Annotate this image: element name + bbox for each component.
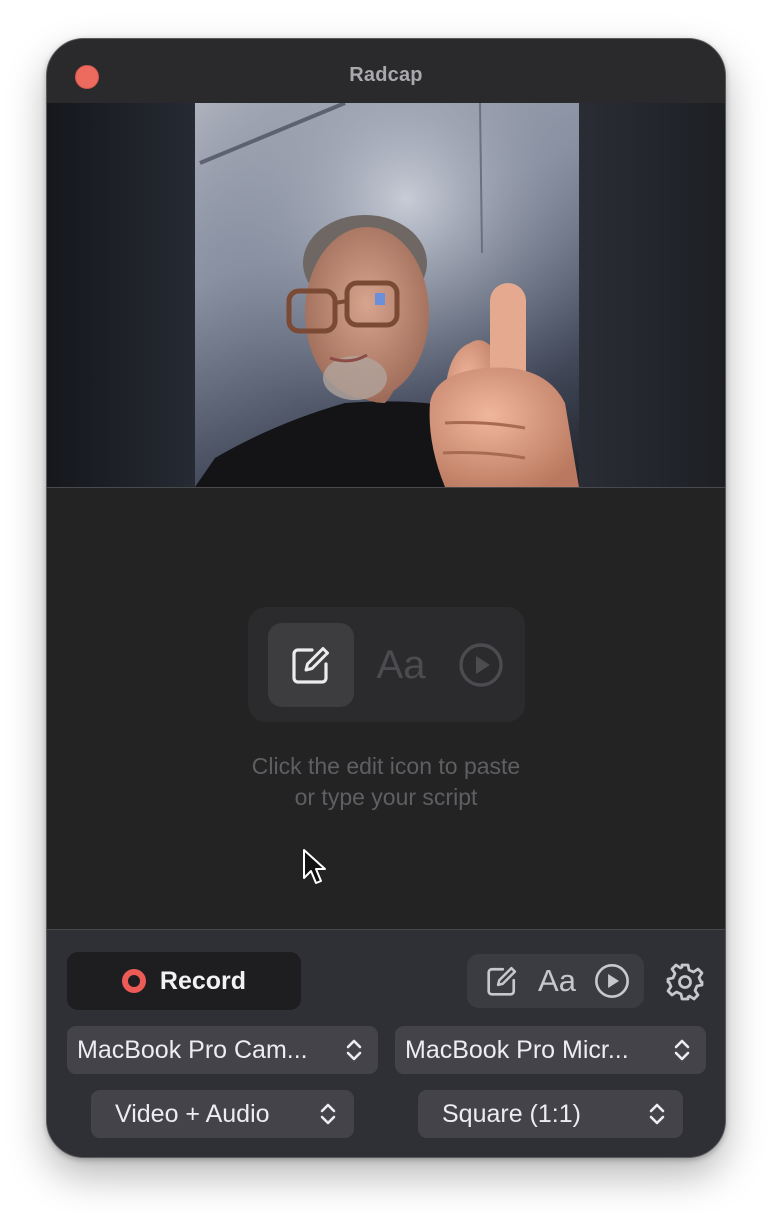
mouse-pointer-icon [302,848,328,893]
camera-backdrop-left [47,103,195,487]
camera-select-value: MacBook Pro Cam... [77,1035,308,1064]
chevron-updown-icon [674,1039,690,1061]
camera-feed-image [195,103,579,487]
toolbar-play-button[interactable] [591,954,633,1008]
microphone-select-value: MacBook Pro Micr... [405,1035,629,1064]
toolbar-font-button[interactable]: Aa [533,954,581,1008]
title-bar[interactable]: Radcap [47,39,725,103]
record-button[interactable]: Record [67,952,301,1010]
font-mode-button[interactable]: Aa [358,623,444,707]
camera-preview [47,103,725,487]
record-label: Record [159,966,247,995]
recording-mode-value: Video + Audio [115,1099,270,1128]
edit-script-button[interactable] [268,623,354,707]
chevron-updown-icon [346,1039,362,1061]
settings-button[interactable] [665,962,705,1002]
script-panel[interactable]: Aa Click the edit icon to paste or type … [47,488,725,929]
microphone-select[interactable]: MacBook Pro Micr... [395,1026,706,1074]
edit-icon [487,966,517,996]
camera-backdrop-right [577,103,725,487]
script-hint-line-1: Click the edit icon to paste [251,753,521,779]
font-icon: Aa [376,642,426,687]
window-title: Radcap [349,64,423,86]
controls-bar: Record Aa MacBook Pro Cam... MacBook Pro… [47,930,725,1157]
play-icon [595,964,629,998]
edit-icon [292,647,329,684]
radcap-window: Radcap Aa Click the edit icon to paste o… [46,38,726,1158]
play-mode-button[interactable] [438,623,524,707]
chevron-updown-icon [649,1103,665,1125]
recording-mode-select[interactable]: Video + Audio [91,1090,354,1138]
script-hint-line-2: or type your script [294,784,478,810]
font-icon: Aa [538,963,576,998]
script-hint: Click the edit icon to paste or type you… [47,751,725,813]
play-icon [459,643,503,687]
chevron-updown-icon [320,1103,336,1125]
script-toolbar: Aa [467,954,644,1008]
aspect-ratio-value: Square (1:1) [442,1099,581,1128]
gear-icon [666,963,704,1001]
record-icon [121,969,146,993]
script-mode-selector: Aa [248,607,525,722]
camera-select[interactable]: MacBook Pro Cam... [67,1026,378,1074]
aspect-ratio-select[interactable]: Square (1:1) [418,1090,683,1138]
toolbar-edit-button[interactable] [481,954,523,1008]
